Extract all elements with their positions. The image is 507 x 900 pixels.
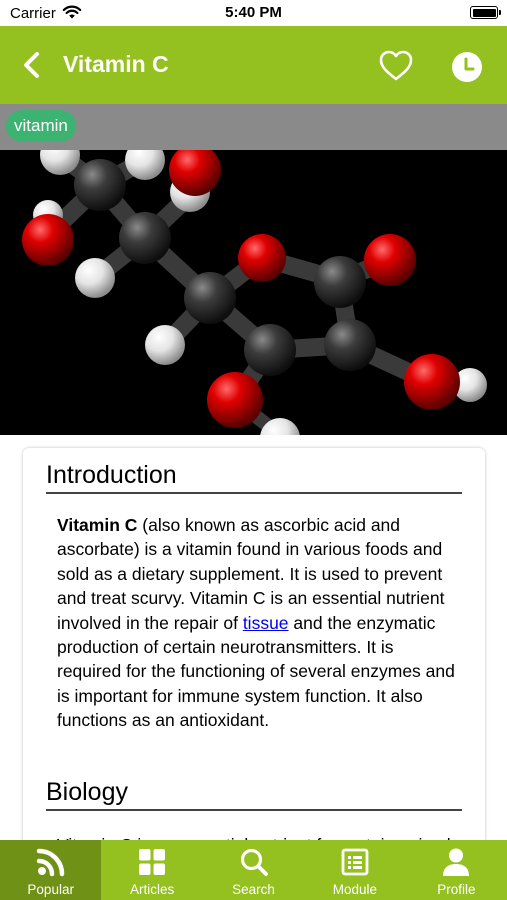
tissue-link[interactable]: tissue (243, 613, 289, 633)
article-card: Introduction Vitamin C (also known as as… (23, 448, 485, 868)
tag-bar: vitamin (0, 104, 507, 150)
history-button[interactable] (450, 50, 484, 84)
search-icon (240, 848, 268, 876)
tab-articles[interactable]: Articles (101, 840, 202, 900)
rss-feed-icon (36, 848, 64, 877)
grid-icon (139, 849, 166, 875)
chevron-left-icon (24, 52, 39, 78)
tab-label-search: Search (232, 882, 275, 897)
list-box-icon (341, 848, 369, 876)
section-heading-introduction: Introduction (46, 461, 462, 494)
tab-label-module: Module (332, 882, 378, 897)
clock-icon (452, 52, 482, 82)
tab-label-articles: Articles (129, 882, 175, 897)
favorite-button[interactable] (378, 49, 414, 83)
battery-icon (470, 6, 501, 19)
page-title: Vitamin C (63, 51, 169, 77)
tab-bar: Popular Articles Search Module Profile (0, 840, 507, 900)
person-icon (443, 848, 470, 876)
heart-outline-icon (379, 50, 413, 81)
tab-popular[interactable]: Popular (0, 840, 102, 900)
hero-image-molecule (0, 150, 507, 435)
navigation-bar: Vitamin C (0, 26, 507, 104)
tab-module[interactable]: Module (304, 840, 405, 900)
back-button[interactable] (16, 48, 50, 82)
section-heading-biology: Biology (46, 778, 462, 811)
tab-label-popular: Popular (27, 882, 74, 897)
tab-profile[interactable]: Profile (406, 840, 507, 900)
tag-chip-vitamin[interactable]: vitamin (6, 110, 76, 142)
tab-search[interactable]: Search (203, 840, 304, 900)
status-time: 5:40 PM (225, 4, 282, 21)
vitamin-c-molecule-illustration (0, 150, 507, 435)
article-subject-bold: Vitamin C (57, 515, 138, 535)
tab-label-profile: Profile (437, 882, 476, 897)
status-bar: Carrier 5:40 PM (0, 0, 507, 26)
introduction-paragraph: Vitamin C (also known as ascorbic acid a… (57, 513, 461, 733)
